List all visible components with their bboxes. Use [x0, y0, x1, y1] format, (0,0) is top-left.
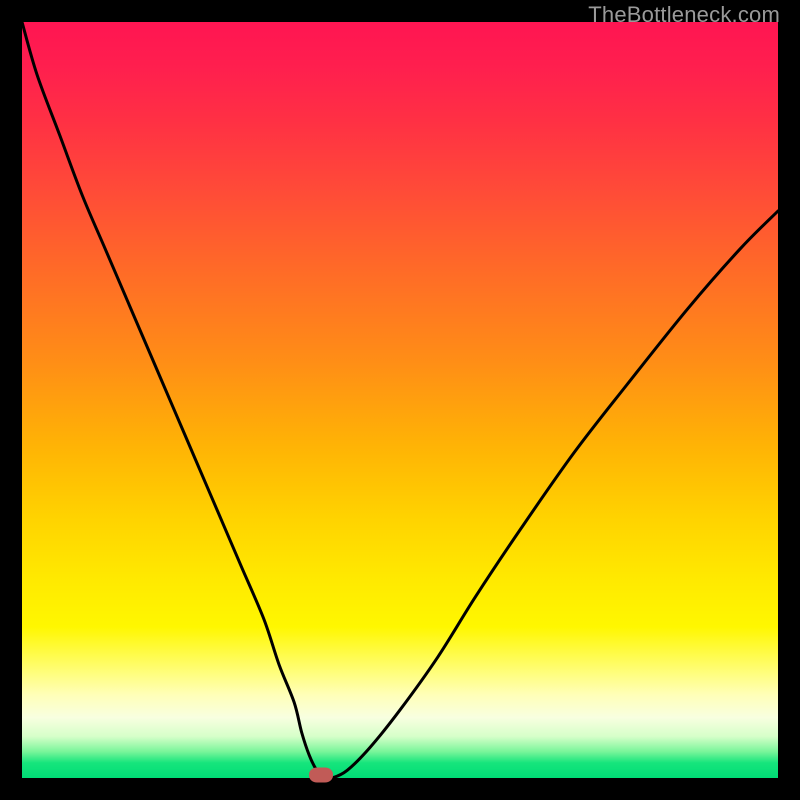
watermark-text: TheBottleneck.com	[588, 2, 780, 28]
bottleneck-curve	[22, 22, 778, 778]
optimal-point-marker	[309, 768, 333, 783]
chart-frame	[22, 22, 778, 778]
